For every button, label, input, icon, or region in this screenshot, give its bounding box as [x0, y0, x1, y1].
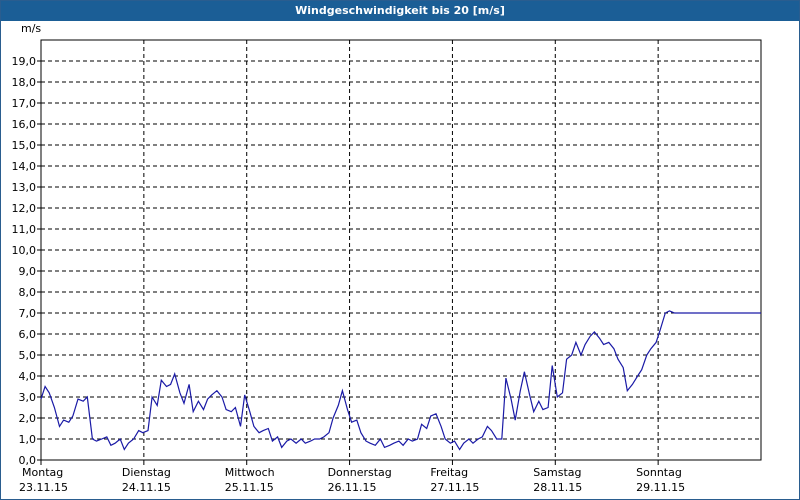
x-tick-date-label: 23.11.15 — [19, 481, 68, 494]
y-tick-label: 2,0 — [19, 412, 37, 425]
x-tick-date-label: 29.11.15 — [636, 481, 685, 494]
wind-speed-chart: 0,01,02,03,04,05,06,07,08,09,010,011,012… — [12, 22, 762, 494]
y-tick-label: 19,0 — [12, 55, 37, 68]
y-tick-label: 4,0 — [19, 370, 37, 383]
y-tick-label: 13,0 — [12, 181, 37, 194]
y-tick-label: 10,0 — [12, 244, 37, 257]
x-tick-day-label: Samstag — [533, 466, 581, 479]
x-tick-day-label: Dienstag — [122, 466, 171, 479]
y-tick-label: 6,0 — [19, 328, 37, 341]
y-tick-label: 14,0 — [12, 160, 37, 173]
y-tick-label: 5,0 — [19, 349, 37, 362]
y-tick-label: 18,0 — [12, 76, 37, 89]
x-tick-date-label: 28.11.15 — [533, 481, 582, 494]
y-axis-label: m/s — [21, 22, 41, 35]
y-tick-label: 3,0 — [19, 391, 37, 404]
y-tick-label: 8,0 — [19, 286, 37, 299]
y-tick-label: 9,0 — [19, 265, 37, 278]
y-tick-label: 16,0 — [12, 118, 37, 131]
x-tick-day-label: Mittwoch — [225, 466, 275, 479]
y-tick-label: 17,0 — [12, 97, 37, 110]
x-tick-date-label: 24.11.15 — [122, 481, 171, 494]
window-title: Windgeschwindigkeit bis 20 [m/s] — [1, 1, 799, 21]
y-tick-label: 15,0 — [12, 139, 37, 152]
x-tick-day-label: Sonntag — [636, 466, 682, 479]
chart-window: Windgeschwindigkeit bis 20 [m/s] 0,0 1,0 2… — [0, 0, 800, 500]
x-tick-date-label: 26.11.15 — [328, 481, 377, 494]
x-tick-date-label: 25.11.15 — [225, 481, 274, 494]
x-tick-date-label: 27.11.15 — [430, 481, 479, 494]
y-tick-label: 11,0 — [12, 223, 37, 236]
x-tick-day-label: Freitag — [430, 466, 468, 479]
y-tick-label: 7,0 — [19, 307, 37, 320]
y-tick-label: 1,0 — [19, 433, 37, 446]
y-tick-label: 12,0 — [12, 202, 37, 215]
x-tick-day-label: Donnerstag — [328, 466, 392, 479]
x-tick-day-label: Montag — [22, 466, 63, 479]
